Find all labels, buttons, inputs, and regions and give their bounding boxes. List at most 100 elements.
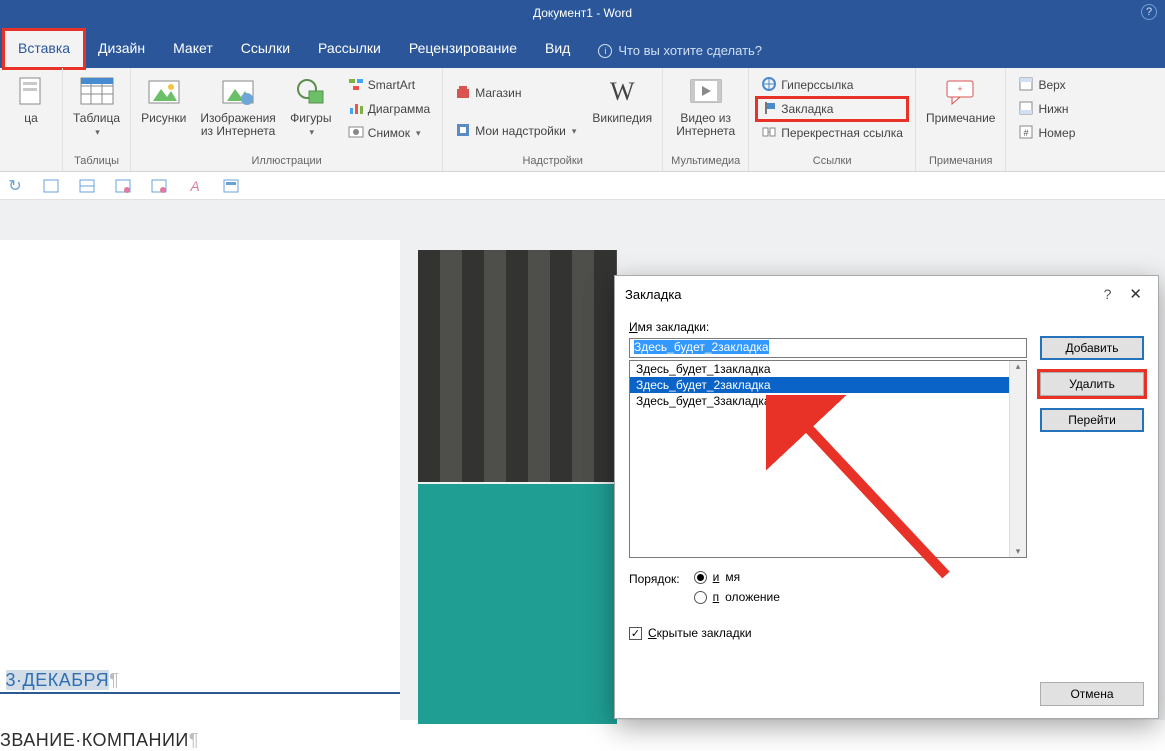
scroll-down-icon[interactable]: ▾: [1016, 546, 1021, 557]
group-pages: ца: [0, 68, 63, 171]
addins-icon: [455, 122, 471, 141]
online-video-button[interactable]: Видео изИнтернета: [674, 72, 737, 153]
scrollbar[interactable]: ▴▾: [1009, 361, 1026, 557]
bookmark-icon: [761, 100, 777, 119]
bookmark-name-input[interactable]: Здесь_будет_2закладка: [629, 338, 1027, 358]
group-tables: Таблица Таблицы: [63, 68, 131, 171]
screenshot-icon: [348, 124, 364, 143]
store-icon: [455, 84, 471, 103]
smartart-button[interactable]: SmartArt: [344, 74, 434, 96]
group-media: Видео изИнтернета Мультимедиа: [663, 68, 749, 171]
page-number-button[interactable]: # Номер: [1014, 122, 1079, 144]
table-icon: [79, 74, 115, 110]
bookmark-list[interactable]: Здесь_будет_1закладка Здесь_будет_2закла…: [629, 360, 1027, 558]
tab-layout[interactable]: Макет: [159, 30, 227, 68]
bulb-icon: i: [598, 44, 612, 58]
dialog-close-icon[interactable]: ✕: [1123, 285, 1148, 303]
add-button[interactable]: Добавить: [1040, 336, 1144, 360]
header-icon: [1018, 76, 1034, 95]
redo-icon[interactable]: ↻: [6, 177, 24, 195]
goto-button[interactable]: Перейти: [1040, 408, 1144, 432]
qat-item-6[interactable]: [222, 177, 240, 195]
tab-mailings[interactable]: Рассылки: [304, 30, 395, 68]
qat-item-5[interactable]: A: [186, 177, 204, 195]
group-header-footer: Верх Нижн # Номер: [1006, 68, 1087, 171]
dialog-title: Закладка: [625, 287, 682, 302]
tell-me[interactable]: i Что вы хотите сделать?: [584, 33, 776, 68]
bookmark-name-label: Имя закладки:: [629, 320, 1144, 334]
tab-insert[interactable]: Вставка: [4, 30, 84, 68]
screenshot-button[interactable]: Снимок: [344, 122, 434, 144]
tab-view[interactable]: Вид: [531, 30, 584, 68]
quick-access-toolbar: ↻ A: [0, 172, 1165, 200]
bookmark-button[interactable]: Закладка: [757, 98, 907, 120]
title-bar: Документ1 - Word ?: [0, 0, 1165, 26]
list-item[interactable]: Здесь_будет_2закладка: [630, 377, 1026, 393]
tab-references[interactable]: Ссылки: [227, 30, 304, 68]
wikipedia-icon: W: [604, 74, 640, 110]
hidden-bookmarks-checkbox[interactable]: ✓ Скрытые закладки: [629, 626, 1144, 640]
chart-icon: [348, 100, 364, 119]
scroll-up-icon[interactable]: ▴: [1016, 361, 1021, 372]
pictures-button[interactable]: Рисунки: [139, 72, 188, 153]
footer-icon: [1018, 100, 1034, 119]
document-shape[interactable]: [418, 484, 617, 724]
list-item[interactable]: Здесь_будет_1закладка: [630, 361, 1026, 377]
heading-date[interactable]: 3·ДЕКАБРЯ¶: [0, 670, 119, 691]
cancel-button[interactable]: Отмена: [1040, 682, 1144, 706]
comment-icon: +: [943, 74, 979, 110]
heading-company[interactable]: ЗВАНИЕ·КОМПАНИИ¶: [0, 730, 199, 751]
delete-button[interactable]: Удалить: [1040, 372, 1144, 396]
tab-design[interactable]: Дизайн: [84, 30, 159, 68]
store-button[interactable]: Магазин: [451, 82, 580, 104]
shapes-icon: [293, 74, 329, 110]
hyperlink-button[interactable]: Гиперссылка: [757, 74, 907, 96]
shapes-button[interactable]: Фигуры: [288, 72, 334, 153]
group-addins: Магазин Мои надстройки W Википедия Надст…: [443, 68, 663, 171]
pictures-icon: [146, 74, 182, 110]
crossref-icon: [761, 124, 777, 143]
wikipedia-button[interactable]: W Википедия: [590, 72, 654, 153]
group-comments: + Примечание Примечания: [916, 68, 1006, 171]
chart-button[interactable]: Диаграмма: [344, 98, 434, 120]
svg-text:+: +: [957, 84, 962, 94]
smartart-icon: [348, 76, 364, 95]
video-icon: [688, 74, 724, 110]
qat-item-3[interactable]: [114, 177, 132, 195]
qat-item-2[interactable]: [78, 177, 96, 195]
qat-item-1[interactable]: [42, 177, 60, 195]
page-number-icon: #: [1018, 124, 1034, 143]
radio-off-icon: [694, 591, 707, 604]
online-pictures-button[interactable]: Изображенияиз Интернета: [198, 72, 277, 153]
dialog-help-icon[interactable]: ?: [1092, 286, 1124, 302]
page-icon: [13, 74, 49, 110]
qat-item-4[interactable]: [150, 177, 168, 195]
document-image[interactable]: [418, 250, 617, 482]
table-button[interactable]: Таблица: [71, 72, 122, 153]
header-button[interactable]: Верх: [1014, 74, 1079, 96]
checkbox-checked-icon: ✓: [629, 627, 642, 640]
my-addins-button[interactable]: Мои надстройки: [451, 120, 580, 142]
ribbon-tabs: Вставка Дизайн Макет Ссылки Рассылки Рец…: [0, 26, 1165, 68]
dialog-titlebar[interactable]: Закладка ? ✕: [615, 276, 1158, 312]
help-icon[interactable]: ?: [1141, 4, 1157, 20]
list-item[interactable]: Здесь_будет_3закладка: [630, 393, 1026, 409]
tell-me-label: Что вы хотите сделать?: [618, 43, 762, 58]
hyperlink-icon: [761, 76, 777, 95]
svg-text:#: #: [1024, 128, 1029, 138]
crossref-button[interactable]: Перекрестная ссылка: [757, 122, 907, 144]
sort-by-position-radio[interactable]: положение: [694, 590, 780, 604]
tab-review[interactable]: Рецензирование: [395, 30, 531, 68]
window-title: Документ1 - Word: [533, 6, 632, 20]
comment-button[interactable]: + Примечание: [924, 72, 997, 153]
page[interactable]: 3·ДЕКАБРЯ¶ ЗВАНИЕ·КОМПАНИИ¶: [0, 240, 400, 720]
online-pictures-icon: [220, 74, 256, 110]
sort-by-name-radio[interactable]: имя: [694, 570, 780, 584]
bookmark-dialog: Закладка ? ✕ Имя закладки: Здесь_будет_2…: [614, 275, 1159, 719]
footer-button[interactable]: Нижн: [1014, 98, 1079, 120]
radio-on-icon: [694, 571, 707, 584]
heading-rule: [0, 692, 400, 694]
group-links: Гиперссылка Закладка Перекрестная ссылка…: [749, 68, 916, 171]
group-illustrations: Рисунки Изображенияиз Интернета Фигуры S…: [131, 68, 443, 171]
pages-button[interactable]: ца: [8, 72, 54, 153]
